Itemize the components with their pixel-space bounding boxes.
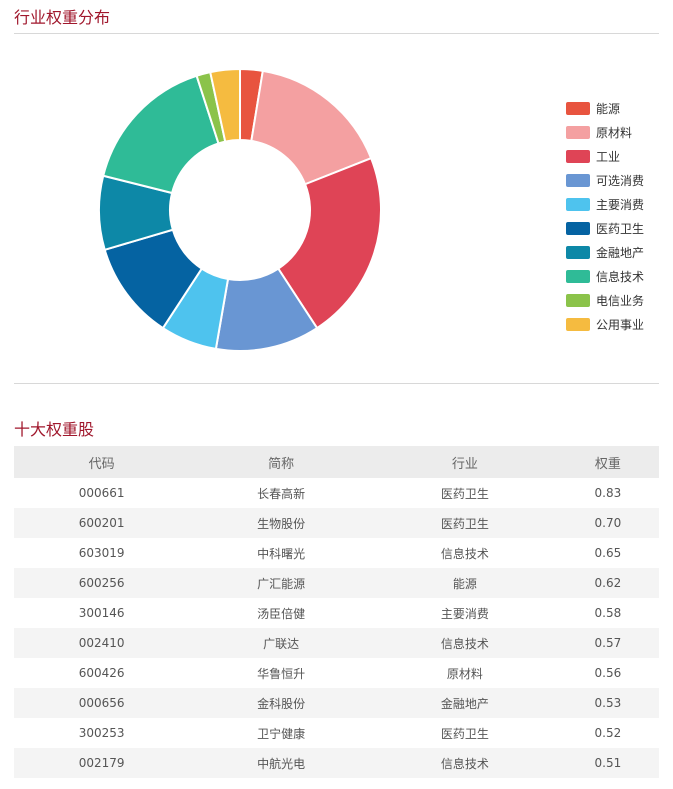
legend-swatch [566,317,590,331]
stock-industry: 金融地产 [373,688,557,718]
stock-industry: 主要消费 [440,606,489,621]
table-row: 000656 金科股份 金融地产 0.53 [14,688,659,718]
legend-label: 原材料 [596,125,633,140]
table-row: 002179 中航光电 信息技术 0.51 [14,748,659,778]
stock-name: 广汇能源 [189,568,374,598]
legend-item[interactable]: 主要消费 [566,192,644,216]
stock-industry: 信息技术 [440,546,489,561]
stock-name: 汤臣倍健 [257,606,306,621]
stock-name: 中科曙光 [257,546,306,561]
column-header-name: 简称 [189,446,374,478]
column-header-weight: 权重 [556,446,659,478]
legend-swatch [566,221,590,235]
stock-industry: 能源 [373,568,557,598]
stock-code: 300146 [78,606,125,620]
stock-weight: 0.52 [594,726,622,740]
top-ten-holdings-title: 十大权重股 [14,420,95,439]
table-row: 000661 长春高新 医药卫生 0.83 [14,478,659,508]
stock-code: 002410 [14,628,190,658]
stock-industry: 医药卫生 [440,726,489,741]
top-holdings-table: 代码 简称 行业 权重 000661 长春高新 医药卫生 0.83 600201 生物股份… [14,446,659,778]
stock-code: 600256 [14,568,190,598]
section-divider [14,383,659,384]
legend-label: 电信业务 [596,293,645,308]
stock-code: 603019 [78,546,125,560]
stock-weight: 0.62 [556,568,659,598]
industry-weight-title: 行业权重分布 [14,8,111,27]
legend-label: 公用事业 [596,317,645,332]
stock-name: 长春高新 [257,486,306,501]
stock-weight: 0.53 [556,688,659,718]
legend-swatch [566,269,590,283]
table-row: 600201 生物股份 医药卫生 0.70 [14,508,659,538]
legend-label: 信息技术 [596,269,645,284]
stock-weight: 0.56 [594,666,622,680]
stock-weight: 0.51 [556,748,659,778]
table-header-row: 代码 简称 行业 权重 [14,446,659,478]
stock-industry: 信息技术 [373,748,557,778]
title-divider [14,33,659,34]
table-row: 600256 广汇能源 能源 0.62 [14,568,659,598]
stock-name: 广联达 [189,628,374,658]
legend-item[interactable]: 信息技术 [566,264,644,288]
stock-industry: 信息技术 [373,628,557,658]
table-row: 002410 广联达 信息技术 0.57 [14,628,659,658]
stock-industry: 医药卫生 [373,508,557,538]
table-row: 600426 华鲁恒升 原材料 0.56 [14,658,659,688]
legend-swatch [566,293,590,307]
column-header-industry: 行业 [373,446,557,478]
legend-swatch [566,101,590,115]
legend-swatch [566,173,590,187]
stock-weight: 0.57 [556,628,659,658]
table-row: 300146 汤臣倍健 主要消费 0.58 [14,598,659,628]
legend-item[interactable]: 可选消费 [566,168,644,192]
stock-name: 卫宁健康 [257,726,306,741]
stock-name: 中航光电 [189,748,374,778]
legend-item[interactable]: 金融地产 [566,240,644,264]
stock-name: 金科股份 [189,688,374,718]
chart-legend: 能源 原材料 工业 可选消费 主要消费 医药卫生 金融地产 信息技术 电信业务 … [566,96,644,336]
column-header-code: 代码 [14,446,190,478]
legend-label: 医药卫生 [596,221,645,236]
stock-weight: 0.65 [594,546,622,560]
legend-item[interactable]: 医药卫生 [566,216,644,240]
table-row: 300253 卫宁健康 医药卫生 0.52 [14,718,659,748]
legend-item[interactable]: 电信业务 [566,288,644,312]
legend-item[interactable]: 原材料 [566,120,644,144]
legend-label: 可选消费 [596,173,645,188]
stock-code: 600426 [78,666,125,680]
legend-item[interactable]: 能源 [566,96,644,120]
legend-label: 主要消费 [596,197,645,212]
stock-weight: 0.83 [594,486,622,500]
stock-code: 002179 [14,748,190,778]
stock-industry: 医药卫生 [440,486,489,501]
legend-swatch [566,245,590,259]
stock-name: 生物股份 [189,508,374,538]
stock-code: 000661 [78,486,125,500]
legend-label: 能源 [596,101,621,116]
legend-item[interactable]: 公用事业 [566,312,644,336]
legend-label: 工业 [596,149,621,164]
stock-code: 600201 [14,508,190,538]
legend-swatch [566,149,590,163]
legend-swatch [566,125,590,139]
stock-code: 000656 [14,688,190,718]
industry-donut-chart [98,67,382,352]
legend-item[interactable]: 工业 [566,144,644,168]
table-row: 603019 中科曙光 信息技术 0.65 [14,538,659,568]
stock-industry: 原材料 [446,666,483,681]
stock-weight: 0.70 [556,508,659,538]
legend-label: 金融地产 [596,245,645,260]
stock-weight: 0.58 [594,606,622,620]
stock-name: 华鲁恒升 [257,666,306,681]
donut-slice[interactable] [102,74,220,195]
stock-code: 300253 [78,726,125,740]
legend-swatch [566,197,590,211]
